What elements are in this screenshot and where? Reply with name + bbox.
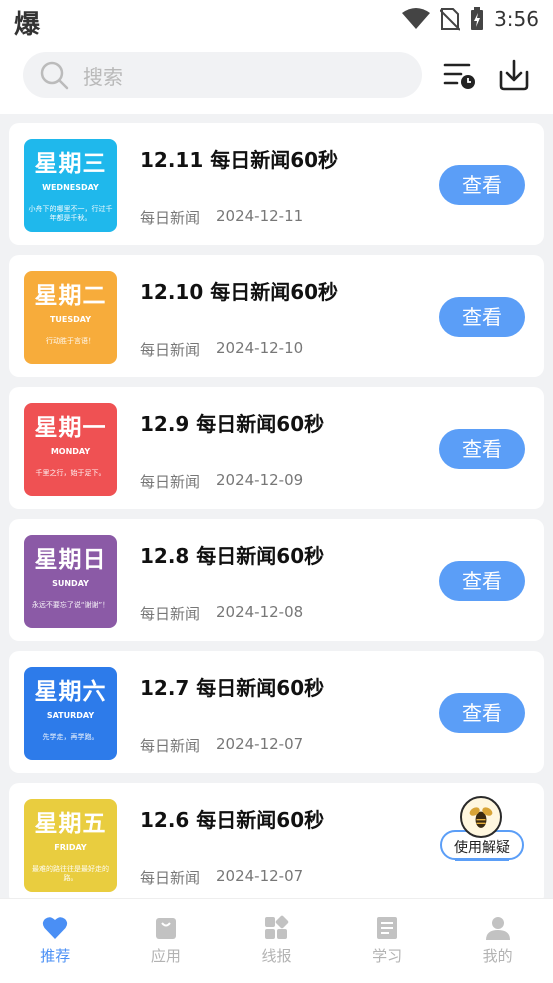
thumb-weekday-en: WEDNESDAY — [42, 183, 99, 192]
tab-learn[interactable]: 学习 — [332, 899, 443, 983]
news-date: 2024-12-07 — [216, 735, 304, 753]
thumb-quote: 千里之行，始于足下。 — [35, 469, 106, 477]
news-thumbnail: 星期二 TUESDAY 行动胜于言语！ — [24, 271, 117, 364]
thumb-weekday-cn: 星期二 — [34, 283, 107, 309]
bottom-tab-bar: 推荐 应用 线报 学习 我的 — [0, 898, 553, 983]
news-category: 每日新闻 — [140, 473, 201, 491]
status-bar: 爆 3:56 — [0, 0, 553, 40]
news-thumbnail: 星期一 MONDAY 千里之行，始于足下。 — [24, 403, 117, 496]
bag-icon — [155, 918, 176, 939]
news-thumbnail: 星期六 SATURDAY 先学走，再学跑。 — [24, 667, 117, 760]
help-floating-button[interactable]: 使用解疑 — [438, 796, 526, 866]
thumb-weekday-en: TUESDAY — [49, 315, 92, 324]
news-category: 每日新闻 — [140, 209, 201, 227]
view-button[interactable]: 查看 — [439, 165, 525, 205]
news-date: 2024-12-08 — [216, 603, 304, 621]
tab-label: 推荐 — [40, 947, 71, 965]
news-card[interactable]: 星期三 WEDNESDAY 小舟下的哪里不一，行过千年都是千秋。 12.11 每… — [9, 123, 544, 245]
news-list: 星期三 WEDNESDAY 小舟下的哪里不一，行过千年都是千秋。 12.11 每… — [0, 114, 553, 898]
tab-deals[interactable]: 线报 — [221, 899, 332, 983]
news-title[interactable]: 12.7 每日新闻60秒 — [140, 672, 324, 701]
grid-icon — [265, 915, 289, 939]
news-thumbnail: 星期五 FRIDAY 最难的路往往是最好走的路。 — [24, 799, 117, 892]
help-label: 使用解疑 — [454, 840, 510, 856]
view-button[interactable]: 查看 — [439, 693, 525, 733]
thumb-weekday-cn: 星期五 — [34, 811, 107, 837]
view-button[interactable]: 查看 — [439, 429, 525, 469]
news-card[interactable]: 星期一 MONDAY 千里之行，始于足下。 12.9 每日新闻60秒 每日新闻 … — [9, 387, 544, 509]
news-category: 每日新闻 — [140, 737, 201, 755]
news-title[interactable]: 12.9 每日新闻60秒 — [140, 408, 324, 437]
thumb-weekday-en: SUNDAY — [52, 579, 89, 588]
news-date: 2024-12-10 — [216, 339, 304, 357]
news-title[interactable]: 12.6 每日新闻60秒 — [140, 804, 324, 833]
news-thumbnail: 星期三 WEDNESDAY 小舟下的哪里不一，行过千年都是千秋。 — [24, 139, 117, 232]
thumb-weekday-cn: 星期日 — [34, 547, 107, 573]
news-category: 每日新闻 — [140, 869, 201, 887]
news-card[interactable]: 星期二 TUESDAY 行动胜于言语！ 12.10 每日新闻60秒 每日新闻 2… — [9, 255, 544, 377]
news-thumbnail: 星期日 SUNDAY 永远不要忘了说“谢谢”！ — [24, 535, 117, 628]
news-category: 每日新闻 — [140, 341, 201, 359]
thumb-quote: 先学走，再学跑。 — [42, 733, 99, 741]
tab-apps[interactable]: 应用 — [111, 899, 222, 983]
status-time: 3:56 — [494, 7, 539, 31]
battery-charging-icon — [471, 7, 484, 30]
tab-label: 学习 — [372, 947, 403, 965]
news-date: 2024-12-07 — [216, 867, 304, 885]
no-sim-icon — [440, 8, 461, 31]
news-title[interactable]: 12.10 每日新闻60秒 — [140, 276, 338, 305]
download-icon[interactable] — [497, 58, 531, 92]
thumb-quote: 最难的路往往是最好走的路。 — [32, 865, 109, 882]
tab-label: 应用 — [150, 947, 181, 965]
search-icon — [40, 61, 69, 90]
news-title[interactable]: 12.11 每日新闻60秒 — [140, 144, 338, 173]
news-date: 2024-12-09 — [216, 471, 304, 489]
wifi-icon — [402, 8, 431, 29]
view-button[interactable]: 查看 — [439, 561, 525, 601]
heart-icon — [43, 917, 68, 939]
top-bar: 搜索 — [0, 40, 553, 114]
bee-logo-icon — [460, 796, 502, 838]
thumb-weekday-cn: 星期一 — [34, 415, 107, 441]
user-icon — [485, 917, 510, 940]
tab-mine[interactable]: 我的 — [442, 899, 553, 983]
thumb-weekday-en: MONDAY — [50, 447, 91, 456]
status-icons: 3:56 — [402, 7, 539, 31]
news-title[interactable]: 12.8 每日新闻60秒 — [140, 540, 324, 569]
search-input[interactable]: 搜索 — [23, 52, 422, 98]
thumb-weekday-cn: 星期三 — [34, 151, 107, 177]
thumb-quote: 行动胜于言语！ — [46, 337, 95, 345]
tab-label: 我的 — [482, 947, 513, 965]
help-underline — [455, 859, 509, 861]
tab-recommend[interactable]: 推荐 — [0, 899, 111, 983]
thumb-weekday-en: FRIDAY — [54, 843, 87, 852]
history-list-icon[interactable] — [443, 58, 477, 92]
thumb-weekday-cn: 星期六 — [34, 679, 107, 705]
search-placeholder: 搜索 — [83, 64, 123, 89]
news-card[interactable]: 星期六 SATURDAY 先学走，再学跑。 12.7 每日新闻60秒 每日新闻 … — [9, 651, 544, 773]
view-button[interactable]: 查看 — [439, 297, 525, 337]
status-app-glyph: 爆 — [14, 10, 41, 40]
thumb-weekday-en: SATURDAY — [46, 711, 95, 720]
thumb-quote: 小舟下的哪里不一，行过千年都是千秋。 — [28, 205, 113, 222]
book-icon — [377, 917, 398, 939]
thumb-quote: 永远不要忘了说“谢谢”！ — [31, 601, 110, 609]
news-card[interactable]: 星期日 SUNDAY 永远不要忘了说“谢谢”！ 12.8 每日新闻60秒 每日新… — [9, 519, 544, 641]
tab-label: 线报 — [261, 947, 292, 965]
news-date: 2024-12-11 — [216, 207, 304, 225]
news-category: 每日新闻 — [140, 605, 201, 623]
